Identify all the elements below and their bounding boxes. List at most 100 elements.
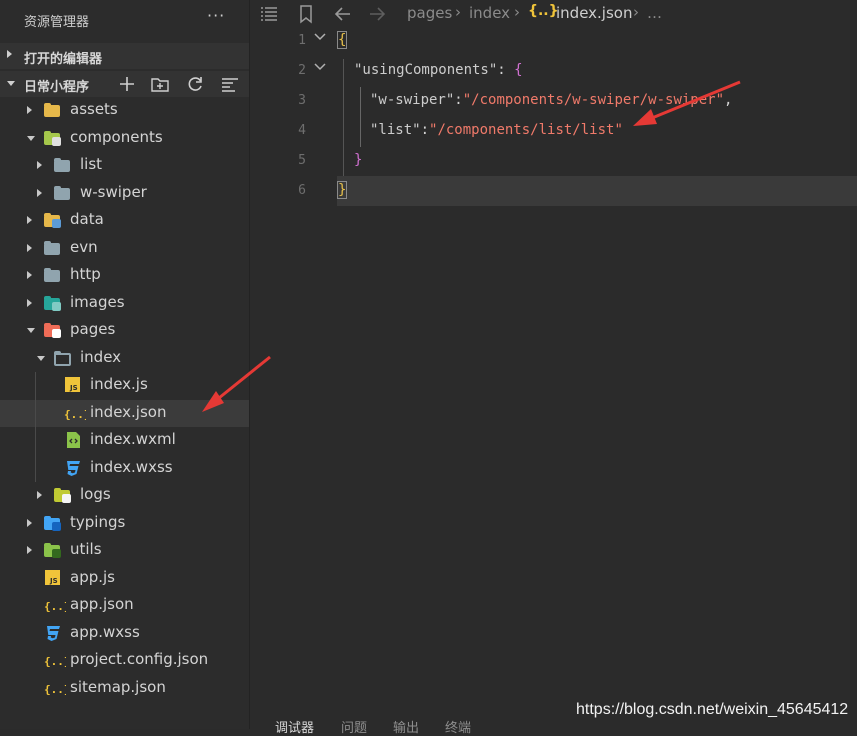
tree-item-label: images	[70, 292, 125, 311]
css-file-icon	[64, 460, 82, 476]
tree-folder-item[interactable]: http	[0, 262, 249, 289]
breadcrumb-item-index[interactable]: index	[469, 4, 510, 22]
tree-folder-item[interactable]: w-swiper	[0, 180, 249, 207]
tree-item-label: index.wxss	[90, 457, 173, 476]
tab-terminal[interactable]: 终端	[445, 717, 471, 736]
tab-problems[interactable]: 问题	[341, 717, 367, 736]
tree-item-label: evn	[70, 237, 98, 256]
collapse-all-icon[interactable]	[220, 73, 240, 95]
chevron-down-icon[interactable]	[27, 135, 35, 141]
tree-item-label: list	[80, 155, 103, 173]
tree-folder-item[interactable]: evn	[0, 235, 249, 262]
chevron-right-icon[interactable]	[27, 243, 32, 252]
tab-output[interactable]: 输出	[393, 717, 419, 736]
tree-folder-item[interactable]: data	[0, 207, 249, 234]
editor-toolbar: pages › index › {..} index.json › …	[250, 0, 857, 27]
tree-folder-item[interactable]: images	[0, 290, 249, 317]
svg-text:JS: JS	[49, 577, 58, 585]
tree-folder-item[interactable]: logs	[0, 482, 249, 509]
tree-item-label: index.js	[90, 375, 148, 393]
svg-text:{..}: {..}	[44, 655, 66, 668]
tree-file-item[interactable]: index.wxml	[0, 427, 249, 454]
code-line-3: "w-swiper":"/components/w-swiper/w-swipe…	[370, 92, 732, 108]
more-actions-icon[interactable]: ···	[207, 6, 225, 25]
open-brace: {	[336, 31, 348, 49]
chevron-right-icon[interactable]	[27, 216, 32, 224]
tree-folder-item[interactable]: index	[0, 345, 249, 372]
back-arrow-icon[interactable]	[333, 4, 353, 24]
chevron-right-icon	[7, 50, 12, 58]
line-number: 4	[298, 123, 306, 138]
js-file-icon: JS	[44, 569, 62, 586]
tree-file-item[interactable]: {..} sitemap.json	[0, 675, 249, 702]
folder-icon	[44, 102, 62, 118]
new-folder-icon[interactable]	[150, 73, 170, 95]
project-section[interactable]: 日常小程序	[0, 71, 249, 97]
tree-item-label: w-swiper	[80, 182, 147, 201]
watermark-url: https://blog.csdn.net/weixin_45645412	[576, 701, 849, 718]
tree-file-item[interactable]: index.wxss	[0, 455, 249, 482]
close-brace: }	[354, 152, 363, 168]
json-key: "usingComponents"	[354, 62, 498, 78]
tree-item-label: pages	[70, 320, 116, 338]
tree-folder-item[interactable]: assets	[0, 97, 249, 124]
tree-folder-item[interactable]: components	[0, 125, 249, 152]
forward-arrow-icon[interactable]	[367, 4, 387, 24]
code-line-1: {	[336, 31, 348, 49]
json-key: "list"	[370, 122, 421, 138]
project-name: 日常小程序	[24, 80, 90, 95]
breadcrumb-item-file[interactable]: index.json	[556, 4, 632, 22]
editor-area: pages › index › {..} index.json › … 1 2 …	[250, 0, 857, 736]
line-number: 3	[298, 93, 306, 108]
outline-list-icon[interactable]	[259, 4, 279, 24]
tree-file-item[interactable]: JS index.js	[0, 372, 249, 399]
chevron-right-icon[interactable]	[37, 188, 42, 197]
chevron-right-icon[interactable]	[27, 106, 32, 114]
tree-folder-item[interactable]: typings	[0, 510, 249, 537]
indent-guide	[35, 372, 36, 482]
svg-text:{..}: {..}	[44, 600, 66, 613]
tree-item-label: index.json	[90, 402, 167, 421]
code-line-4: "list":"/components/list/list"	[370, 122, 623, 138]
chevron-right-icon[interactable]	[27, 546, 32, 554]
new-file-icon[interactable]	[117, 73, 137, 95]
tab-debugger[interactable]: 调试器	[275, 717, 314, 736]
code-editor[interactable]: 1 2 3 4 5 6 { "usingComponents": { "w-sw…	[250, 27, 857, 707]
folder-icon	[54, 157, 72, 173]
tree-file-item[interactable]: JS app.js	[0, 565, 249, 592]
tree-item-label: app.js	[70, 567, 115, 586]
json-colon: :	[454, 92, 463, 108]
tree-file-item[interactable]: {..} app.json	[0, 592, 249, 619]
chevron-down-icon[interactable]	[37, 355, 45, 361]
tree-folder-item[interactable]: pages	[0, 317, 249, 344]
chevron-right-icon[interactable]	[27, 518, 32, 527]
svg-text:JS: JS	[69, 384, 78, 392]
open-editors-section[interactable]: 打开的编辑器	[0, 43, 249, 69]
breadcrumb-chevron-icon: ›	[455, 3, 461, 21]
breadcrumb-trailing[interactable]: …	[647, 4, 662, 22]
tree-item-label: index.wxml	[90, 430, 176, 448]
js-file-icon: JS	[64, 377, 82, 393]
breadcrumb-chevron-icon: ›	[514, 3, 520, 21]
svg-text:{..}: {..}	[44, 683, 66, 696]
breadcrumb-item-pages[interactable]: pages	[407, 4, 452, 22]
chevron-right-icon[interactable]	[37, 161, 42, 169]
chevron-right-icon[interactable]	[27, 271, 32, 279]
tree-item-label: assets	[70, 100, 118, 118]
tree-folder-item[interactable]: list	[0, 152, 249, 179]
bookmark-icon[interactable]	[296, 4, 316, 24]
tree-folder-item[interactable]: utils	[0, 537, 249, 564]
tree-item-label: data	[70, 210, 104, 228]
fold-chevron-icon[interactable]	[314, 61, 326, 75]
line-number: 2	[298, 63, 306, 78]
chevron-down-icon[interactable]	[27, 328, 35, 333]
chevron-right-icon[interactable]	[37, 491, 42, 499]
fold-chevron-icon[interactable]	[314, 31, 326, 45]
tree-file-item[interactable]: {..} project.config.json	[0, 647, 249, 674]
chevron-right-icon[interactable]	[27, 298, 32, 307]
refresh-icon[interactable]	[185, 73, 205, 95]
tree-file-item[interactable]: app.wxss	[0, 620, 249, 647]
tree-file-item[interactable]: {..} index.json	[0, 399, 249, 427]
pages-folder-icon	[44, 322, 62, 338]
line-number: 5	[298, 153, 306, 168]
